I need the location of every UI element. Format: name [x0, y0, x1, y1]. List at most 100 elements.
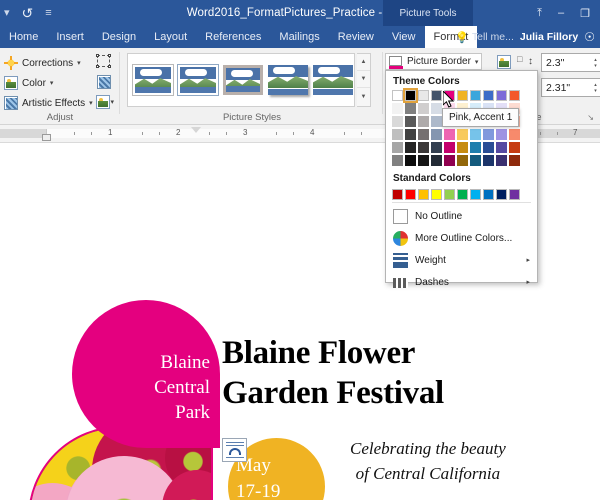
color-button[interactable]: Color ▾ — [4, 74, 53, 92]
theme-color-swatch[interactable] — [418, 142, 429, 153]
menu-item-dashes[interactable]: Dashes ▸ — [386, 271, 537, 293]
artistic-effects-button[interactable]: Artistic Effects ▾ — [4, 94, 93, 112]
size-dialog-launcher[interactable]: ↘ — [587, 113, 594, 122]
tab-view[interactable]: View — [383, 26, 425, 48]
standard-color-swatch[interactable] — [483, 189, 494, 200]
theme-color-swatch[interactable] — [405, 103, 416, 114]
standard-color-swatch[interactable] — [496, 189, 507, 200]
picture-style-thumb-selected[interactable] — [223, 65, 263, 95]
theme-color-swatch[interactable] — [457, 90, 468, 101]
theme-color-swatch[interactable] — [405, 142, 416, 153]
standard-color-swatch[interactable] — [444, 189, 455, 200]
theme-color-swatch[interactable] — [509, 142, 520, 153]
minimize-button[interactable]: – — [558, 7, 564, 19]
theme-color-swatch[interactable] — [496, 129, 507, 140]
theme-color-swatch[interactable] — [431, 103, 442, 114]
theme-color-swatch[interactable] — [496, 155, 507, 166]
theme-color-swatch[interactable] — [431, 155, 442, 166]
standard-color-swatch[interactable] — [457, 189, 468, 200]
tab-review[interactable]: Review — [329, 26, 383, 48]
theme-color-swatch[interactable] — [496, 90, 507, 101]
theme-color-swatch[interactable] — [483, 129, 494, 140]
theme-color-swatch[interactable] — [405, 129, 416, 140]
blaine-central-park-shape[interactable]: Blaine Central Park — [72, 300, 220, 448]
layout-options-icon[interactable] — [222, 438, 247, 462]
tab-home[interactable]: Home — [0, 26, 47, 48]
tell-me-box[interactable]: 💡 Tell me... — [455, 31, 514, 44]
menu-item-weight[interactable]: Weight ▸ — [386, 249, 537, 271]
account-icon[interactable]: ☉ — [584, 30, 598, 44]
theme-color-swatch[interactable] — [483, 142, 494, 153]
theme-color-swatch[interactable] — [431, 142, 442, 153]
standard-color-swatch[interactable] — [405, 189, 416, 200]
theme-color-swatch[interactable] — [444, 129, 455, 140]
theme-color-swatch[interactable] — [470, 142, 481, 153]
theme-color-swatch[interactable] — [403, 88, 418, 103]
shape-height-stepper[interactable]: ▴ ▾ — [590, 55, 600, 70]
picture-style-thumb[interactable] — [313, 65, 353, 95]
restore-button[interactable]: ❐ — [580, 7, 590, 20]
theme-color-swatch[interactable] — [457, 155, 468, 166]
shape-width-field[interactable]: 2.31" ▴ ▾ — [541, 78, 600, 97]
gallery-scroll-down-button[interactable]: ▼ — [357, 71, 370, 88]
theme-color-swatch[interactable] — [392, 116, 403, 127]
standard-color-swatch[interactable] — [392, 189, 403, 200]
ribbon-display-options-icon[interactable]: ⤒ — [537, 7, 542, 20]
compress-pictures-button[interactable] — [94, 53, 114, 71]
theme-color-swatch[interactable] — [392, 129, 403, 140]
theme-color-swatch[interactable] — [483, 155, 494, 166]
corrections-button[interactable]: Corrections ▾ — [4, 54, 81, 72]
standard-colors-row[interactable] — [386, 187, 537, 200]
standard-color-swatch[interactable] — [418, 189, 429, 200]
tab-references[interactable]: References — [196, 26, 270, 48]
theme-color-swatch[interactable] — [509, 155, 520, 166]
theme-color-swatch[interactable] — [444, 155, 455, 166]
theme-color-swatch[interactable] — [509, 90, 520, 101]
menu-item-no-outline[interactable]: No Outline — [386, 205, 537, 227]
theme-color-swatch[interactable] — [509, 129, 520, 140]
picture-style-thumb[interactable] — [132, 64, 174, 96]
hanging-indent-marker[interactable] — [191, 127, 201, 133]
theme-color-swatch[interactable] — [470, 129, 481, 140]
theme-color-swatch[interactable] — [405, 116, 416, 127]
theme-color-swatch[interactable] — [392, 142, 403, 153]
theme-color-swatch[interactable] — [444, 142, 455, 153]
gallery-more-button[interactable]: ▼ — [357, 88, 370, 105]
theme-color-swatch[interactable] — [431, 90, 442, 101]
theme-color-swatch[interactable] — [418, 103, 429, 114]
festival-tagline[interactable]: Celebrating the beauty of Central Califo… — [350, 436, 506, 486]
tab-design[interactable]: Design — [93, 26, 145, 48]
theme-color-swatch[interactable] — [483, 90, 494, 101]
theme-color-swatch[interactable] — [392, 90, 403, 101]
picture-styles-gallery[interactable] — [127, 53, 355, 107]
stepper-down-icon[interactable]: ▾ — [594, 63, 597, 69]
theme-color-swatch[interactable] — [392, 155, 403, 166]
standard-color-swatch[interactable] — [509, 189, 520, 200]
tab-mailings[interactable]: Mailings — [270, 26, 328, 48]
shape-height-field[interactable]: 2.3" ▴ ▾ — [541, 53, 600, 72]
picture-border-dropdown[interactable]: Theme Colors Standard Colors No Outline … — [385, 70, 538, 288]
shape-width-stepper[interactable]: ▴ ▾ — [590, 80, 600, 95]
left-indent-marker[interactable] — [42, 134, 51, 141]
reset-picture-button[interactable]: ▾ — [94, 93, 114, 111]
picture-style-thumb[interactable] — [268, 65, 308, 95]
theme-color-swatch[interactable] — [418, 155, 429, 166]
theme-color-swatch[interactable] — [392, 103, 403, 114]
theme-color-swatch[interactable] — [470, 90, 481, 101]
theme-color-swatch[interactable] — [431, 116, 442, 127]
user-name[interactable]: Julia Fillory — [520, 31, 578, 43]
tab-insert[interactable]: Insert — [47, 26, 93, 48]
crop-button[interactable] — [494, 53, 516, 71]
menu-item-more-outline-colors[interactable]: More Outline Colors... — [386, 227, 537, 249]
theme-color-swatch[interactable] — [405, 155, 416, 166]
gallery-scroll-up-button[interactable]: ▲ — [357, 54, 370, 71]
festival-headline[interactable]: Blaine Flower Garden Festival — [222, 333, 444, 413]
theme-color-swatch[interactable] — [418, 129, 429, 140]
picture-border-button[interactable]: Picture Border ▾ — [385, 53, 483, 70]
theme-color-swatch[interactable] — [418, 90, 429, 101]
tab-layout[interactable]: Layout — [145, 26, 196, 48]
theme-color-swatch[interactable] — [457, 129, 468, 140]
standard-color-swatch[interactable] — [470, 189, 481, 200]
theme-colors-grid[interactable] — [386, 88, 537, 166]
theme-color-swatch[interactable] — [431, 129, 442, 140]
